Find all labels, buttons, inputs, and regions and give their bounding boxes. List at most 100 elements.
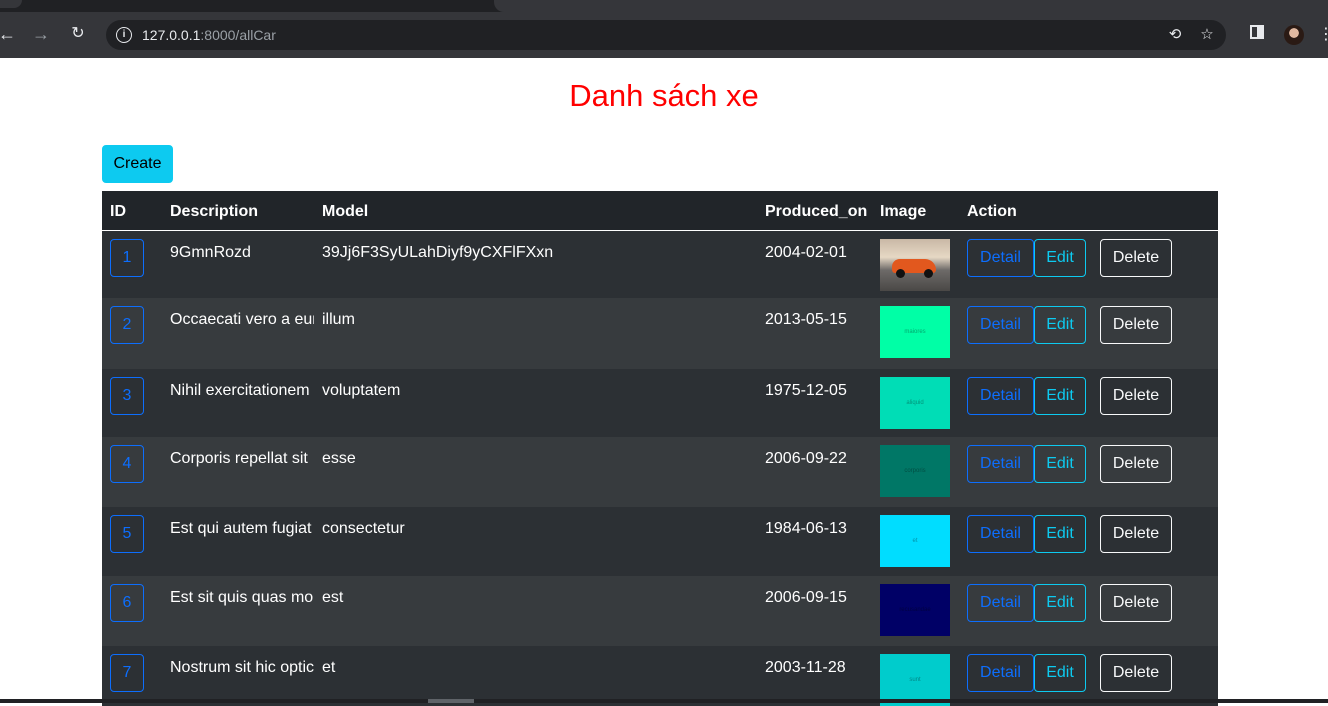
row-id-link[interactable]: 2	[110, 306, 144, 344]
row-image: aliquid	[880, 377, 950, 429]
edit-button[interactable]: Edit	[1034, 306, 1086, 344]
row-description: Corporis repellat sit	[170, 450, 308, 467]
row-id-link[interactable]: 7	[110, 654, 144, 692]
row-model: consectetur	[322, 520, 405, 537]
table-row: 5 Est qui autem fugiat consectetur 1984-06-…	[102, 507, 1218, 576]
detail-button[interactable]: Detail	[967, 306, 1034, 344]
row-produced-on: 2006-09-22	[765, 450, 847, 467]
row-model: et	[322, 659, 336, 676]
image-placeholder-text: et	[912, 538, 918, 544]
address-bar[interactable]: i 127.0.0.1:8000/allCar ⟲ ☆	[106, 20, 1226, 50]
table-header: ID Description Model Produced_on Image A…	[102, 191, 1218, 231]
row-description: 9GmnRozd	[170, 244, 251, 261]
edit-button[interactable]: Edit	[1034, 239, 1086, 277]
edit-button[interactable]: Edit	[1034, 445, 1086, 483]
detail-button[interactable]: Detail	[967, 584, 1034, 622]
row-id-link[interactable]: 1	[110, 239, 144, 277]
edit-button[interactable]: Edit	[1034, 377, 1086, 415]
row-model: illum	[322, 311, 355, 328]
page-title: Danh sách xe	[569, 78, 759, 113]
table-row: 2 Occaecati vero a eur illum 2013-05-15 maio…	[102, 298, 1218, 369]
edit-button[interactable]: Edit	[1034, 584, 1086, 622]
delete-button[interactable]: Delete	[1100, 584, 1172, 622]
translate-icon[interactable]: ⟲	[1166, 26, 1184, 44]
tab-strip	[0, 0, 1328, 12]
table-body: 1 9GmnRozd 39Jj6F3SyULahDiyf9yCXFlFXxn 2004…	[102, 231, 1218, 706]
header-description: Description	[170, 203, 259, 220]
row-image	[880, 239, 950, 291]
detail-button[interactable]: Detail	[967, 445, 1034, 483]
image-placeholder-text: aliquid	[906, 400, 924, 406]
row-model: esse	[322, 450, 356, 467]
profile-avatar[interactable]	[1284, 25, 1304, 45]
bookmark-star-icon[interactable]: ☆	[1198, 26, 1216, 44]
tab-active[interactable]	[494, 0, 1328, 12]
menu-icon[interactable]: ⋮	[1318, 24, 1328, 46]
browser-toolbar: ← → ↻ i 127.0.0.1:8000/allCar ⟲ ☆ ⋮	[0, 12, 1328, 58]
side-panel-icon[interactable]	[1246, 24, 1268, 46]
header-produced-on: Produced_on	[765, 203, 868, 220]
image-placeholder-text: recusandae	[899, 607, 931, 613]
row-description: Occaecati vero a eur	[170, 311, 314, 328]
reload-icon[interactable]: ↻	[67, 23, 89, 45]
table-row: 1 9GmnRozd 39Jj6F3SyULahDiyf9yCXFlFXxn 2004…	[102, 231, 1218, 298]
scrollbar-thumb[interactable]	[428, 699, 474, 703]
header-image: Image	[880, 203, 927, 220]
detail-button[interactable]: Detail	[967, 377, 1034, 415]
image-placeholder-text: corporis	[904, 468, 926, 474]
row-model: 39Jj6F3SyULahDiyf9yCXFlFXxn	[322, 244, 554, 261]
detail-button[interactable]: Detail	[967, 515, 1034, 553]
car-wheel	[924, 269, 933, 278]
tab-left[interactable]	[0, 0, 22, 8]
back-arrow-icon[interactable]: ←	[0, 23, 18, 45]
row-produced-on: 2006-09-15	[765, 589, 847, 606]
row-description: Est qui autem fugiat	[170, 520, 312, 537]
delete-button[interactable]: Delete	[1100, 654, 1172, 692]
row-image: recusandae	[880, 584, 950, 636]
row-produced-on: 2013-05-15	[765, 311, 847, 328]
delete-button[interactable]: Delete	[1100, 239, 1172, 277]
image-placeholder-text: sunt	[909, 677, 921, 683]
row-produced-on: 2003-11-28	[765, 659, 846, 676]
url-host: 127.0.0.1	[142, 27, 201, 43]
header-action: Action	[967, 203, 1017, 220]
row-id-link[interactable]: 3	[110, 377, 144, 415]
edit-button[interactable]: Edit	[1034, 515, 1086, 553]
edit-button[interactable]: Edit	[1034, 654, 1086, 692]
row-description: Nostrum sit hic optic	[170, 659, 314, 676]
row-model: voluptatem	[322, 382, 401, 399]
table-row: 3 Nihil exercitationem voluptatem 1975-12-0…	[102, 369, 1218, 437]
header-id: ID	[110, 203, 126, 220]
detail-button[interactable]: Detail	[967, 654, 1034, 692]
delete-button[interactable]: Delete	[1100, 515, 1172, 553]
forward-arrow-icon[interactable]: →	[30, 23, 52, 45]
car-wheel	[896, 269, 905, 278]
row-produced-on: 1984-06-13	[765, 520, 847, 537]
row-description: Nihil exercitationem	[170, 382, 310, 399]
row-produced-on: 1975-12-05	[765, 382, 847, 399]
table-row: 4 Corporis repellat sit esse 2006-09-22 corp…	[102, 437, 1218, 507]
create-button[interactable]: Create	[102, 145, 173, 183]
table-row: 6 Est sit quis quas mol est 2006-09-15 recus…	[102, 576, 1218, 646]
row-id-link[interactable]: 6	[110, 584, 144, 622]
row-image: et	[880, 515, 950, 567]
row-id-link[interactable]: 4	[110, 445, 144, 483]
row-image: maiores	[880, 306, 950, 358]
row-produced-on: 2004-02-01	[765, 244, 847, 261]
header-model: Model	[322, 203, 369, 220]
table-row: 7 Nostrum sit hic optic et 2003-11-28 sunt De…	[102, 646, 1218, 706]
url-path: :8000/allCar	[200, 27, 276, 43]
horizontal-scrollbar[interactable]	[0, 699, 1328, 703]
delete-button[interactable]: Delete	[1100, 377, 1172, 415]
image-placeholder-text: maiores	[904, 329, 926, 335]
delete-button[interactable]: Delete	[1100, 306, 1172, 344]
row-id-link[interactable]: 5	[110, 515, 144, 553]
delete-button[interactable]: Delete	[1100, 445, 1172, 483]
row-model: est	[322, 589, 344, 606]
cars-table: ID Description Model Produced_on Image A…	[102, 191, 1218, 706]
detail-button[interactable]: Detail	[967, 239, 1034, 277]
site-info-icon[interactable]: i	[116, 27, 132, 43]
row-image: corporis	[880, 445, 950, 497]
url-text[interactable]: 127.0.0.1:8000/allCar	[142, 27, 276, 43]
row-description: Est sit quis quas mol	[170, 589, 314, 606]
